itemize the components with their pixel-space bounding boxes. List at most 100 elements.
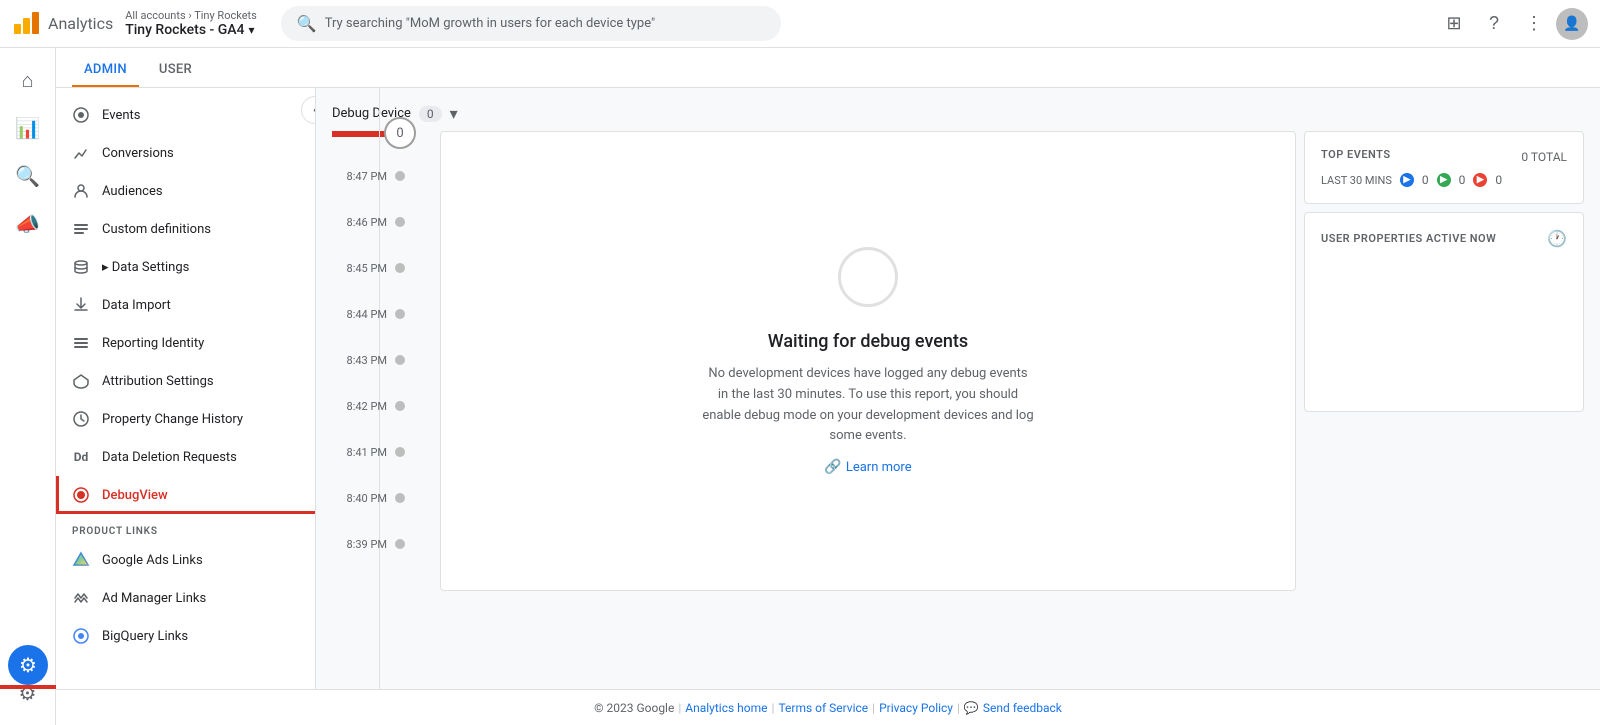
- sidebar-item-reporting-identity[interactable]: Reporting Identity: [56, 324, 315, 362]
- content-area: Debug Device 0 ▾ 0 8:47 PM 8:46 PM: [316, 88, 1600, 725]
- user-properties-card: USER PROPERTIES ACTIVE NOW 🕐: [1304, 212, 1584, 412]
- audiences-icon: [72, 182, 90, 200]
- sidebar-item-label: ▸ Data Settings: [102, 260, 189, 275]
- timeline-dot: [395, 217, 405, 227]
- sidebar-explore[interactable]: 🔍: [6, 154, 50, 198]
- analytics-logo-icon: [12, 10, 40, 38]
- blue-event-count: 0: [1422, 173, 1429, 187]
- user-properties-title: USER PROPERTIES ACTIVE NOW: [1321, 232, 1496, 245]
- sidebar-item-label: BigQuery Links: [102, 629, 188, 644]
- debug-dropdown-button[interactable]: ▾: [450, 104, 458, 123]
- timeline-item-2: 8:45 PM: [332, 245, 432, 291]
- sidebar-item-conversions[interactable]: Conversions: [56, 134, 315, 172]
- timeline-item-8: 8:39 PM: [332, 521, 432, 567]
- top-events-title: TOP EVENTS: [1321, 148, 1391, 161]
- sidebar-item-google-ads-links[interactable]: Google Ads Links: [56, 541, 315, 579]
- footer-copyright: © 2023 Google: [594, 701, 674, 715]
- sidebar-item-data-import[interactable]: Data Import: [56, 286, 315, 324]
- settings-fab-bar: [0, 685, 56, 689]
- topbar-actions: ⊞ ? ⋮ 👤: [1436, 6, 1588, 42]
- top-events-card: TOP EVENTS 0 TOTAL LAST 30 MINS ▶ 0 ▶ 0 …: [1304, 131, 1584, 204]
- analytics-home-link[interactable]: Analytics home: [685, 701, 767, 715]
- events-counts-row: LAST 30 MINS ▶ 0 ▶ 0 ▶ 0: [1321, 173, 1567, 187]
- waiting-description: No development devices have logged any d…: [702, 364, 1034, 447]
- sidebar-item-data-deletion-requests[interactable]: Dd Data Deletion Requests: [56, 438, 315, 476]
- help-button[interactable]: ?: [1476, 6, 1512, 42]
- sidebar-item-property-change-history[interactable]: Property Change History: [56, 400, 315, 438]
- timeline-item-4: 8:43 PM: [332, 337, 432, 383]
- more-options-button[interactable]: ⋮: [1516, 6, 1552, 42]
- sidebar-item-custom-definitions[interactable]: Custom definitions: [56, 210, 315, 248]
- timeline-item-5: 8:42 PM: [332, 383, 432, 429]
- sidebar-item-data-settings[interactable]: ▸ Data Settings: [56, 248, 315, 286]
- timeline-item-1: 8:46 PM: [332, 199, 432, 245]
- timeline-dot: [395, 171, 405, 181]
- sidebar-home[interactable]: ⌂: [6, 58, 50, 102]
- property-selector[interactable]: Tiny Rockets - GA4 ▾: [125, 22, 261, 38]
- learn-more-link[interactable]: 🔗 Learn more: [702, 459, 1034, 475]
- timeline-dot: [395, 263, 405, 273]
- timeline-item-3: 8:44 PM: [332, 291, 432, 337]
- ad-manager-icon: [72, 589, 90, 607]
- product-links-section-label: PRODUCT LINKS: [56, 514, 315, 541]
- feedback-link[interactable]: Send feedback: [983, 701, 1062, 715]
- home-icon: ⌂: [21, 68, 33, 93]
- sidebar-advertising[interactable]: 📣: [6, 202, 50, 246]
- terms-link[interactable]: Terms of Service: [778, 701, 868, 715]
- sidebar-item-debugview[interactable]: DebugView: [56, 476, 315, 514]
- sidebar-item-audiences[interactable]: Audiences: [56, 172, 315, 210]
- sidebar-item-attribution-settings[interactable]: Attribution Settings: [56, 362, 315, 400]
- attribution-settings-icon: [72, 372, 90, 390]
- history-icon[interactable]: 🕐: [1547, 229, 1567, 248]
- tab-user[interactable]: USER: [147, 54, 204, 87]
- waiting-title: Waiting for debug events: [702, 331, 1034, 352]
- data-deletion-icon: Dd: [72, 448, 90, 466]
- privacy-link[interactable]: Privacy Policy: [879, 701, 953, 715]
- sidebar-item-label: Property Change History: [102, 412, 243, 427]
- debug-device-bar: Debug Device 0 ▾: [332, 104, 1584, 123]
- sidebar-item-bigquery-links[interactable]: BigQuery Links: [56, 617, 315, 655]
- search-bar[interactable]: 🔍 Try searching "MoM growth in users for…: [281, 6, 781, 41]
- tab-admin[interactable]: ADMIN: [72, 54, 139, 87]
- bigquery-icon: [72, 627, 90, 645]
- conversions-icon: [72, 144, 90, 162]
- sidebar-item-label: Reporting Identity: [102, 336, 204, 351]
- sidebar-item-events[interactable]: Events: [56, 96, 315, 134]
- green-event-count: 0: [1459, 173, 1466, 187]
- sidebar-item-label: Data Import: [102, 298, 171, 313]
- settings-fab-button[interactable]: ⚙: [8, 645, 48, 685]
- main-layout: ‹ Events Conversions Audiences: [56, 88, 1600, 725]
- grid-apps-button[interactable]: ⊞: [1436, 6, 1472, 42]
- sidebar-item-label: Events: [102, 108, 140, 123]
- timeline-dot: [395, 309, 405, 319]
- grid-icon: ⊞: [1446, 13, 1461, 34]
- sidebar-item-label: Audiences: [102, 184, 163, 199]
- timeline-time: 8:44 PM: [332, 308, 387, 321]
- timeline-item-7: 8:40 PM: [332, 475, 432, 521]
- sidebar-reports[interactable]: 📊: [6, 106, 50, 150]
- search-icon: 🔍: [297, 14, 317, 33]
- timeline-counter: 0: [384, 117, 416, 149]
- events-icon: [72, 106, 90, 124]
- active-indicator: [56, 511, 315, 514]
- sidebar-item-ad-manager-links[interactable]: Ad Manager Links: [56, 579, 315, 617]
- sidebar-item-label: Custom definitions: [102, 222, 211, 237]
- user-avatar[interactable]: 👤: [1556, 8, 1588, 40]
- timeline-dot: [395, 493, 405, 503]
- red-event-dot: ▶: [1473, 173, 1487, 187]
- right-panel: TOP EVENTS 0 TOTAL LAST 30 MINS ▶ 0 ▶ 0 …: [1304, 131, 1584, 591]
- reporting-identity-icon: [72, 334, 90, 352]
- last-30-mins-label: LAST 30 MINS: [1321, 174, 1392, 187]
- help-icon: ?: [1489, 13, 1499, 34]
- debug-device-count: 0: [419, 106, 442, 122]
- timeline-dot: [395, 401, 405, 411]
- app-logo: Analytics: [12, 10, 113, 38]
- sidebar-item-label: Data Deletion Requests: [102, 450, 237, 465]
- left-sidebar: ⌂ 📊 🔍 📣 ⚙: [0, 48, 56, 725]
- secondary-sidebar: ‹ Events Conversions Audiences: [56, 88, 316, 725]
- link-icon: 🔗: [824, 459, 841, 475]
- account-selector[interactable]: All accounts › Tiny Rockets Tiny Rockets…: [125, 9, 261, 38]
- user-properties-header: USER PROPERTIES ACTIVE NOW 🕐: [1321, 229, 1567, 248]
- sidebar-item-label: Google Ads Links: [102, 553, 203, 568]
- timeline-time: 8:40 PM: [332, 492, 387, 505]
